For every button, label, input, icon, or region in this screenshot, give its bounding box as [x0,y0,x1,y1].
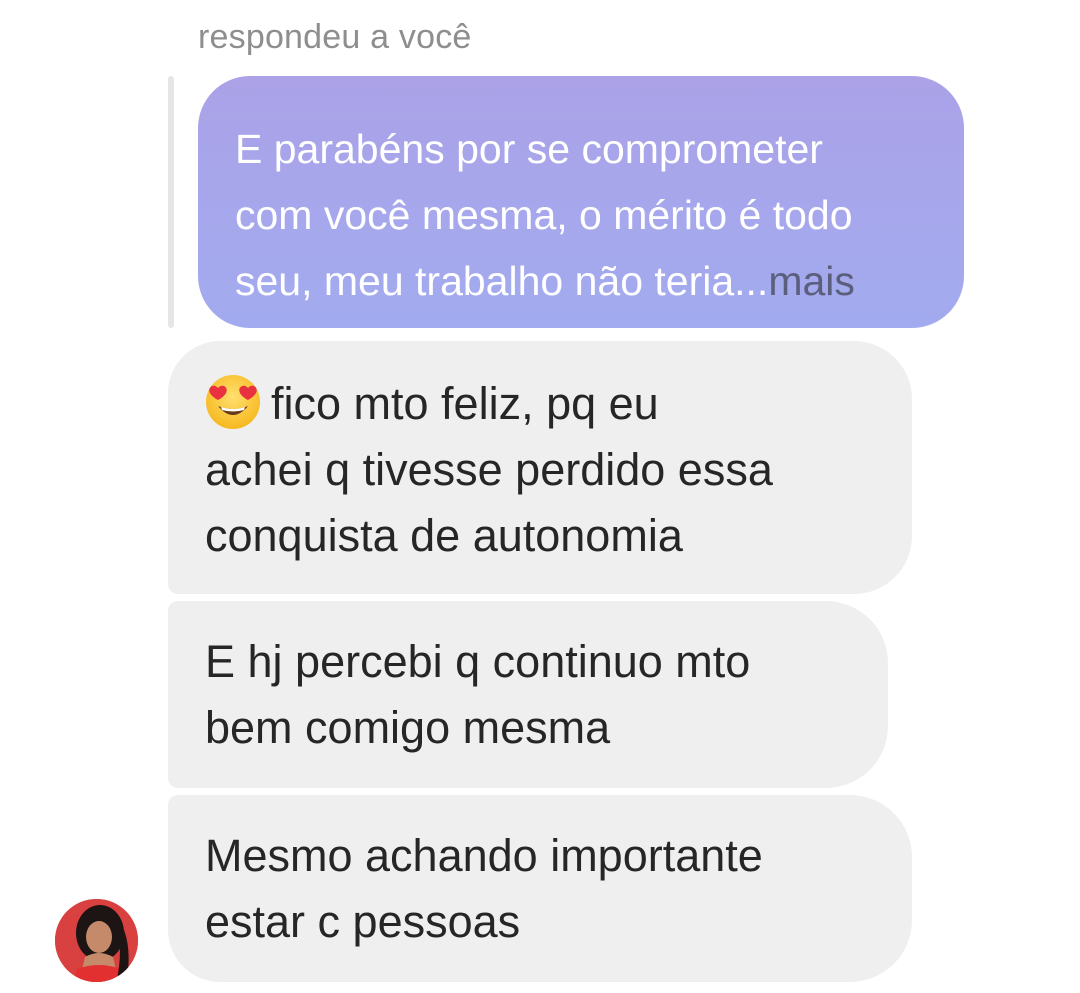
message-line: E hj percebi q continuo mto [205,636,751,687]
quoted-message-line: com você mesma, o mérito é todo [235,192,853,238]
reply-indicator-line [168,76,174,328]
message-line: conquista de autonomia [205,510,683,561]
reply-header: respondeu a você [198,18,472,56]
quoted-message-line: E parabéns por se comprometer [235,126,823,172]
quoted-message-text: seu, meu trabalho não teria... [235,258,769,304]
quoted-message-line-last: seu, meu trabalho não teria...mais [235,248,928,314]
message-bubble[interactable]: Mesmo achando importante estar c pessoas [168,795,912,982]
message-bubble[interactable]: fico mto feliz, pq eu achei q tivesse pe… [168,341,912,594]
avatar[interactable] [55,899,138,982]
see-more-link[interactable]: mais [768,258,855,304]
message-line: estar c pessoas [205,896,521,947]
message-line: achei q tivesse perdido essa [205,444,773,495]
message-line: bem comigo mesma [205,702,611,753]
message-bubble[interactable]: E hj percebi q continuo mto bem comigo m… [168,601,888,788]
message-text: fico mto feliz, pq eu [271,378,659,429]
message-line: Mesmo achando importante [205,830,763,881]
message-line: fico mto feliz, pq eu [205,371,912,437]
quoted-message-bubble[interactable]: E parabéns por se comprometer com você m… [198,76,964,328]
smiling-face-with-heart-eyes-icon [205,374,261,430]
